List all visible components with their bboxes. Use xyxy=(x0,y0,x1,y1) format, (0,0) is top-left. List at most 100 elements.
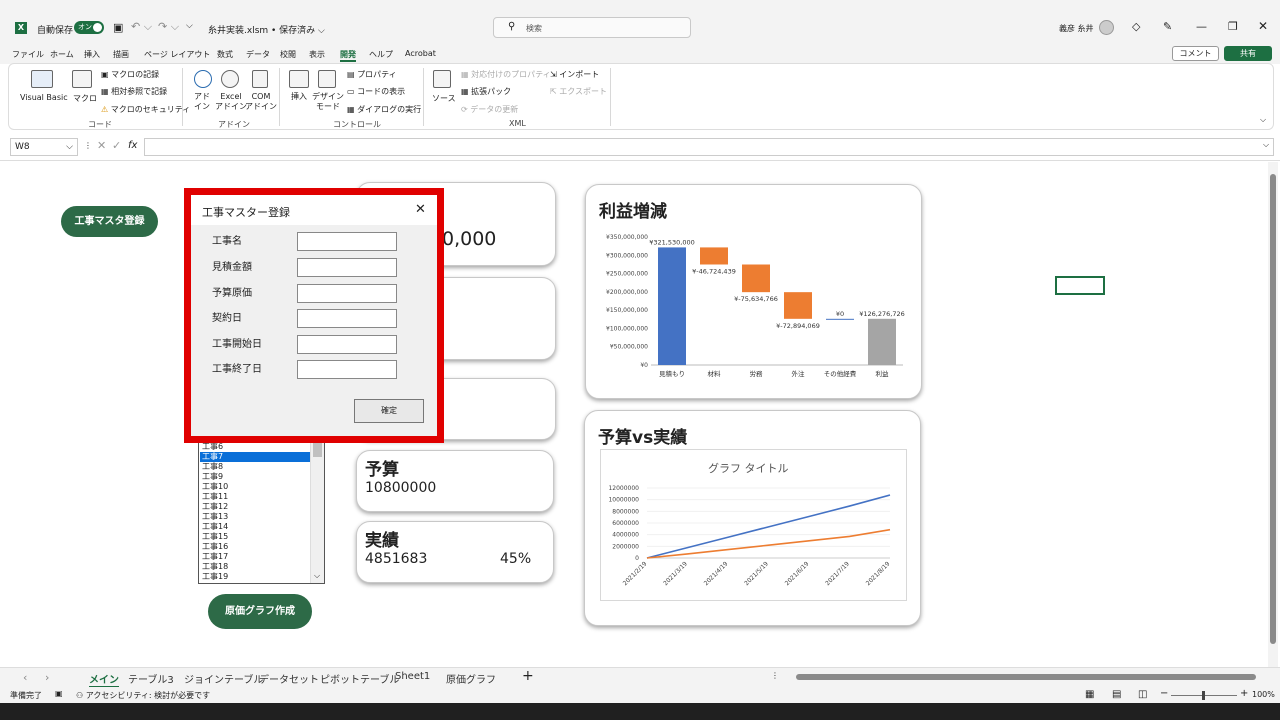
zoom-slider[interactable] xyxy=(1171,691,1237,700)
collapse-ribbon-icon[interactable]: ⌵ xyxy=(1260,115,1266,125)
list-item[interactable]: 工事12 xyxy=(200,502,310,512)
avatar[interactable] xyxy=(1099,20,1114,35)
redo-icon[interactable]: ↷ ⌵ xyxy=(158,20,179,34)
pen-icon[interactable]: ✎ xyxy=(1163,20,1172,33)
export-button[interactable]: ⇱ エクスポート xyxy=(550,86,607,97)
tab-more-icon[interactable]: ⋮ xyxy=(771,671,779,680)
expansion-pack-button[interactable]: ▦ 拡張パック xyxy=(461,86,511,97)
design-mode-button[interactable]: デザイン モード xyxy=(311,92,345,112)
register-master-button[interactable]: 工事マスタ登録 xyxy=(61,206,158,237)
expand-formula-icon[interactable]: ⌵ xyxy=(1263,140,1269,150)
menu-view[interactable]: 表示 xyxy=(309,49,325,60)
excel-addin-button[interactable]: Excel アドイン xyxy=(215,92,247,112)
list-item[interactable]: 工事15 xyxy=(200,532,310,542)
listbox-scroll-thumb[interactable] xyxy=(313,443,322,457)
sheet-tab[interactable]: ジョインテーブル xyxy=(184,671,263,686)
share-button[interactable]: 共有 xyxy=(1224,46,1272,61)
page-layout-icon[interactable]: ▤ xyxy=(1112,689,1121,700)
import-button[interactable]: ⇲ インポート xyxy=(550,69,599,80)
sheet-tab[interactable]: ピボットテーブル xyxy=(320,671,399,686)
list-item[interactable]: 工事18 xyxy=(200,562,310,572)
selected-cell[interactable] xyxy=(1055,276,1105,295)
restore-icon[interactable]: ❐ xyxy=(1228,20,1238,33)
project-name-input[interactable] xyxy=(297,232,397,251)
budget-cost-input[interactable] xyxy=(297,284,397,303)
list-item[interactable]: 工事14 xyxy=(200,522,310,532)
zoom-level[interactable]: 100% xyxy=(1252,690,1275,699)
listbox-scrollbar[interactable]: ⌵ xyxy=(310,441,324,583)
macro-record-icon[interactable]: ▣ xyxy=(55,689,63,698)
ok-button[interactable]: 確定 xyxy=(354,399,424,423)
vertical-scroll-thumb[interactable] xyxy=(1270,174,1276,644)
normal-view-icon[interactable]: ▦ xyxy=(1085,689,1094,700)
list-item[interactable]: 工事6 xyxy=(200,442,310,452)
scroll-down-icon[interactable]: ⌵ xyxy=(314,571,320,581)
sheet-tab[interactable]: Sheet1 xyxy=(395,671,430,682)
menu-review[interactable]: 校閲 xyxy=(280,49,296,60)
cancel-icon[interactable]: ✕ xyxy=(97,139,106,152)
list-item[interactable]: 工事9 xyxy=(200,472,310,482)
sheet-tab[interactable]: 原価グラフ xyxy=(446,671,496,686)
filename[interactable]: 糸井実装.xlsm • 保存済み ⌵ xyxy=(208,23,325,36)
sheet-tab-main[interactable]: メイン xyxy=(89,671,119,688)
sheet-tab[interactable]: テーブル3 xyxy=(128,671,174,686)
next-sheet-icon[interactable]: › xyxy=(45,671,49,684)
macro-security-button[interactable]: ⚠ マクロのセキュリティ xyxy=(101,104,190,115)
relative-ref-button[interactable]: ▦ 相対参照で記録 xyxy=(101,86,167,97)
zoom-out-icon[interactable]: − xyxy=(1160,688,1168,699)
customize-icon[interactable]: ⌵ xyxy=(186,21,193,31)
close-window-icon[interactable]: ✕ xyxy=(1258,19,1268,33)
view-code-button[interactable]: ▭ コードの表示 xyxy=(347,86,405,97)
zoom-in-icon[interactable]: + xyxy=(1240,688,1248,699)
menu-draw[interactable]: 描画 xyxy=(113,49,129,60)
macro-button[interactable]: マクロ xyxy=(73,93,97,104)
formula-input[interactable] xyxy=(144,138,1274,156)
list-item[interactable]: 工事10 xyxy=(200,482,310,492)
map-properties-button[interactable]: ▦ 対応付けのプロパティ xyxy=(461,69,551,80)
menu-insert[interactable]: 挿入 xyxy=(84,49,100,60)
list-item[interactable]: 工事16 xyxy=(200,542,310,552)
menu-formulas[interactable]: 数式 xyxy=(217,49,233,60)
list-item[interactable]: 工事17 xyxy=(200,552,310,562)
horizontal-scrollbar[interactable] xyxy=(786,673,1266,681)
addin-button[interactable]: アド イン xyxy=(190,92,214,112)
menu-home[interactable]: ホーム xyxy=(50,49,74,60)
menu-data[interactable]: データ xyxy=(246,49,270,60)
insert-control-button[interactable]: 挿入 xyxy=(287,92,311,102)
list-item[interactable]: 工事13 xyxy=(200,512,310,522)
properties-button[interactable]: ▤ プロパティ xyxy=(347,69,397,80)
list-item[interactable]: 工事19 xyxy=(200,572,310,582)
list-item[interactable]: 工事8 xyxy=(200,462,310,472)
contract-date-input[interactable] xyxy=(297,309,397,328)
dialog-close-icon[interactable]: ✕ xyxy=(415,202,426,217)
accessibility-status[interactable]: ⚇ アクセシビリティ: 検討が必要です xyxy=(76,690,210,701)
list-item[interactable]: 工事11 xyxy=(200,492,310,502)
autosave-toggle[interactable]: オン xyxy=(74,21,104,34)
cost-graph-button[interactable]: 原価グラフ作成 xyxy=(208,594,312,629)
com-addin-button[interactable]: COM アドイン xyxy=(245,92,277,112)
comment-button[interactable]: コメント xyxy=(1172,46,1219,61)
vertical-scrollbar[interactable] xyxy=(1268,162,1278,667)
insert-function-icon[interactable]: fx xyxy=(128,140,137,151)
prev-sheet-icon[interactable]: ‹ xyxy=(23,671,27,684)
menu-file[interactable]: ファイル xyxy=(12,49,44,60)
run-dialog-button[interactable]: ▦ ダイアログの実行 xyxy=(347,104,421,115)
menu-help[interactable]: ヘルプ xyxy=(369,49,393,60)
end-date-input[interactable] xyxy=(297,360,397,379)
undo-icon[interactable]: ↶ ⌵ xyxy=(131,20,152,34)
source-button[interactable]: ソース xyxy=(432,93,456,104)
search-box[interactable]: ⚲ 検索 xyxy=(493,17,691,38)
sheet-tab[interactable]: データセット xyxy=(259,671,319,686)
menu-developer[interactable]: 開発 xyxy=(340,49,356,62)
record-macro-button[interactable]: ▣ マクロの記録 xyxy=(101,69,159,80)
horizontal-scroll-thumb[interactable] xyxy=(796,674,1256,680)
name-box[interactable]: W8 ⌵ xyxy=(10,138,78,156)
diamond-icon[interactable]: ◇ xyxy=(1132,20,1140,33)
list-item[interactable]: 工事7 xyxy=(200,452,310,462)
menu-page-layout[interactable]: ページ レイアウト xyxy=(144,49,210,60)
menu-acrobat[interactable]: Acrobat xyxy=(405,49,436,58)
visual-basic-button[interactable]: Visual Basic xyxy=(20,93,68,102)
add-sheet-icon[interactable]: + xyxy=(522,668,534,684)
estimate-input[interactable] xyxy=(297,258,397,277)
minimize-icon[interactable]: — xyxy=(1196,20,1207,33)
